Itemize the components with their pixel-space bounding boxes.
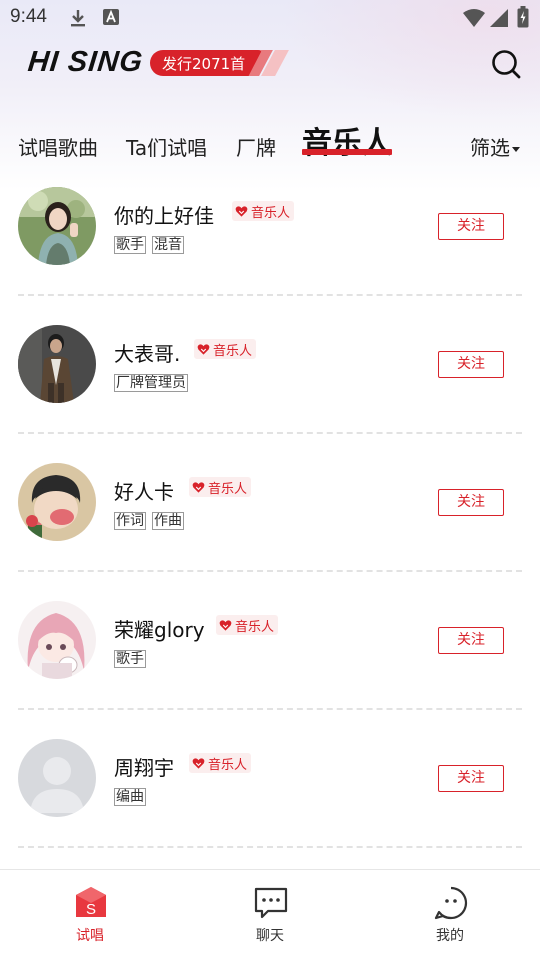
app-notification-icon: [103, 9, 119, 25]
avatar[interactable]: [18, 325, 96, 403]
avatar[interactable]: [18, 463, 96, 541]
bottom-navigation: S 试唱 聊天 我的: [0, 869, 540, 960]
list-item[interactable]: 你的上好佳 音乐人 歌手 混音 关注: [0, 180, 540, 318]
filter-button[interactable]: 筛选: [470, 132, 520, 161]
divider: [18, 708, 522, 710]
profile-icon: [434, 886, 468, 920]
musician-badge: 音乐人: [189, 753, 252, 773]
divider: [18, 432, 522, 434]
role-tag: 作曲: [152, 512, 184, 530]
follow-button[interactable]: 关注: [438, 627, 504, 654]
release-count-text: 发行2071首: [162, 55, 246, 73]
follow-button[interactable]: 关注: [438, 489, 504, 516]
musician-badge: 音乐人: [232, 201, 295, 221]
heart-badge-icon: [197, 343, 210, 355]
status-time: 9:44: [10, 6, 47, 27]
musician-tags: 厂牌管理员: [114, 374, 188, 392]
nav-sing-label: 试唱: [76, 928, 104, 944]
divider: [18, 570, 522, 572]
wifi-icon: [463, 9, 485, 27]
nav-chat[interactable]: 聊天: [220, 870, 320, 960]
download-icon: [71, 10, 85, 27]
avatar[interactable]: [18, 601, 96, 679]
chat-icon: [254, 887, 288, 919]
list-item[interactable]: 好人卡 音乐人 作词 作曲 关注: [0, 456, 540, 594]
musician-name[interactable]: 荣耀glory: [114, 614, 205, 643]
signal-icon: [490, 9, 508, 27]
tab-trial-songs[interactable]: 试唱歌曲: [18, 132, 98, 161]
status-bar: 9:44: [0, 0, 540, 36]
list-item[interactable]: 周翔宇 音乐人 编曲 关注: [0, 732, 540, 870]
active-tab-indicator: [302, 149, 392, 155]
nav-sing[interactable]: S 试唱: [40, 870, 140, 960]
svg-text:S: S: [86, 901, 96, 918]
role-tag: 厂牌管理员: [114, 374, 188, 392]
list-item[interactable]: 大表哥. 音乐人 厂牌管理员 关注: [0, 318, 540, 456]
musician-badge: 音乐人: [189, 477, 252, 497]
follow-button[interactable]: 关注: [438, 213, 504, 240]
heart-badge-icon: [219, 619, 232, 631]
release-count-badge: 发行2071首: [150, 50, 289, 76]
divider: [18, 294, 522, 296]
avatar[interactable]: [18, 739, 96, 817]
caret-down-icon: [512, 147, 520, 152]
nav-profile-label: 我的: [436, 928, 464, 944]
sing-icon: S: [76, 887, 106, 918]
role-tag: 歌手: [114, 650, 146, 668]
tab-labels[interactable]: 厂牌: [236, 132, 276, 161]
battery-icon: [517, 6, 529, 28]
musician-name[interactable]: 周翔宇: [114, 752, 174, 781]
avatar[interactable]: [18, 187, 96, 265]
musician-tags: 作词 作曲: [114, 512, 184, 530]
app-logo: HI SING: [26, 46, 145, 78]
role-tag: 编曲: [114, 788, 146, 806]
musician-tags: 歌手: [114, 650, 146, 668]
musician-name[interactable]: 你的上好佳: [114, 200, 214, 229]
heart-badge-icon: [235, 205, 248, 217]
nav-profile[interactable]: 我的: [400, 870, 500, 960]
list-item[interactable]: 荣耀glory 音乐人 歌手 关注: [0, 594, 540, 732]
search-icon[interactable]: [490, 48, 522, 80]
tab-musicians[interactable]: 音乐人: [302, 118, 392, 162]
tab-their-covers[interactable]: Ta们试唱: [126, 132, 207, 161]
category-tabs: 试唱歌曲 Ta们试唱 厂牌 音乐人: [0, 118, 540, 168]
role-tag: 作词: [114, 512, 146, 530]
musician-name[interactable]: 大表哥.: [114, 338, 180, 367]
follow-button[interactable]: 关注: [438, 351, 504, 378]
follow-button[interactable]: 关注: [438, 765, 504, 792]
filter-label: 筛选: [470, 136, 510, 160]
heart-badge-icon: [192, 757, 205, 769]
musician-badge: 音乐人: [216, 615, 279, 635]
musician-tags: 歌手 混音: [114, 236, 184, 254]
musician-tags: 编曲: [114, 788, 146, 806]
nav-chat-label: 聊天: [256, 928, 284, 944]
role-tag: 歌手: [114, 236, 146, 254]
heart-badge-icon: [192, 481, 205, 493]
musician-name[interactable]: 好人卡: [114, 476, 174, 505]
divider: [18, 846, 522, 848]
musician-list: 你的上好佳 音乐人 歌手 混音 关注 大表哥. 音乐人 厂牌管理员 关注 好人卡…: [0, 180, 540, 870]
musician-badge: 音乐人: [194, 339, 257, 359]
role-tag: 混音: [152, 236, 184, 254]
